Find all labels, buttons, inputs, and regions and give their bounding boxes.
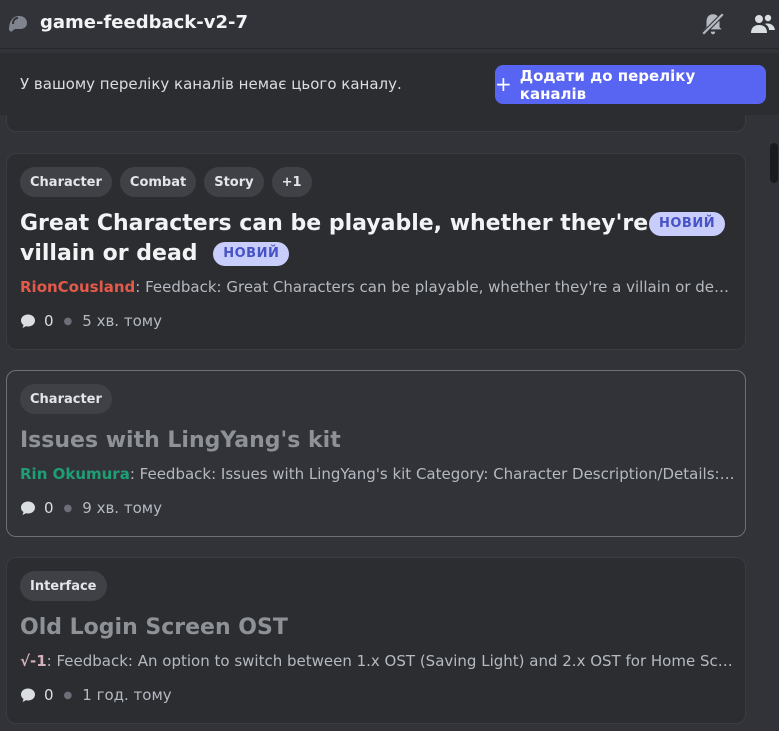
post-author[interactable]: Rin Okumura (20, 465, 130, 483)
post-preview-text: Feedback: Great Characters can be playab… (145, 278, 736, 296)
post-title-line1: Great Characters can be playable, whethe… (20, 211, 671, 236)
post-time: 9 хв. тому (82, 499, 162, 517)
reply-count: 0 (44, 686, 54, 704)
post-time: 1 год. тому (82, 686, 172, 704)
post-author[interactable]: √-1 (20, 652, 47, 670)
mute-icon[interactable] (700, 11, 726, 37)
post-meta: 0 ● 5 хв. тому (20, 312, 162, 330)
forum-post-card[interactable] (6, 115, 746, 132)
post-preview: √-1: Feedback: An option to switch betwe… (20, 652, 736, 670)
channel-list-notice: У вашому переліку каналів немає цього ка… (0, 53, 779, 115)
post-preview-text: Feedback: An option to switch between 1.… (56, 652, 737, 670)
add-to-channel-list-button[interactable]: + Додати до переліку каналів (495, 65, 766, 104)
post-title-line2: villain or dead (20, 241, 198, 266)
post-time: 5 хв. тому (82, 312, 162, 330)
reply-count: 0 (44, 499, 54, 517)
post-title: Issues with LingYang's kit (20, 428, 341, 453)
post-preview: Rin Okumura: Feedback: Issues with LingY… (20, 465, 736, 483)
forum-post-card[interactable]: Character Combat Story +1 Great Characte… (6, 153, 746, 350)
post-title: Great Characters can be playable, whethe… (20, 209, 671, 269)
post-meta: 0 ● 1 год. тому (20, 686, 172, 704)
post-title: Old Login Screen OST (20, 615, 288, 640)
tag-interface: Interface (20, 571, 107, 601)
forum-post-card[interactable]: Character Issues with LingYang's kit Rin… (6, 370, 746, 537)
members-icon[interactable] (750, 12, 776, 36)
tag-combat: Combat (119, 167, 197, 197)
separator-dot: ● (63, 502, 73, 514)
tag-story: Story (204, 167, 264, 197)
chat-bubble-icon (21, 501, 35, 515)
scrollbar-thumb[interactable] (770, 143, 778, 183)
chat-bubble-icon (21, 314, 35, 328)
post-tags: Character Combat Story +1 (20, 167, 312, 197)
chat-bubble-icon (21, 688, 35, 702)
post-meta: 0 ● 9 хв. тому (20, 499, 162, 517)
reply-count: 0 (44, 312, 54, 330)
post-tags: Character (20, 384, 112, 414)
tag-character: Character (20, 384, 112, 414)
new-badge: НОВИЙ (649, 212, 726, 236)
post-preview-text: Feedback: Issues with LingYang's kit Cat… (139, 465, 736, 483)
forum-icon (9, 16, 27, 32)
plus-icon: + (495, 71, 512, 96)
post-author[interactable]: RionCousland (20, 278, 135, 296)
tag-more: +1 (271, 167, 312, 197)
separator-dot: ● (63, 689, 73, 701)
channel-header: game-feedback-v2-7 (0, 0, 779, 49)
add-button-label: Додати до переліку каналів (519, 66, 696, 103)
forum-post-list: Character Combat Story +1 Great Characte… (0, 115, 779, 731)
post-tags: Interface (20, 571, 107, 601)
separator-dot: ● (63, 315, 73, 327)
notice-message: У вашому переліку каналів немає цього ка… (20, 75, 402, 93)
tag-character: Character (20, 167, 112, 197)
forum-post-card[interactable]: Interface Old Login Screen OST √-1: Feed… (6, 557, 746, 724)
channel-title: game-feedback-v2-7 (40, 12, 248, 33)
new-badge: НОВИЙ (213, 242, 290, 266)
post-preview: RionCousland: Feedback: Great Characters… (20, 278, 736, 296)
